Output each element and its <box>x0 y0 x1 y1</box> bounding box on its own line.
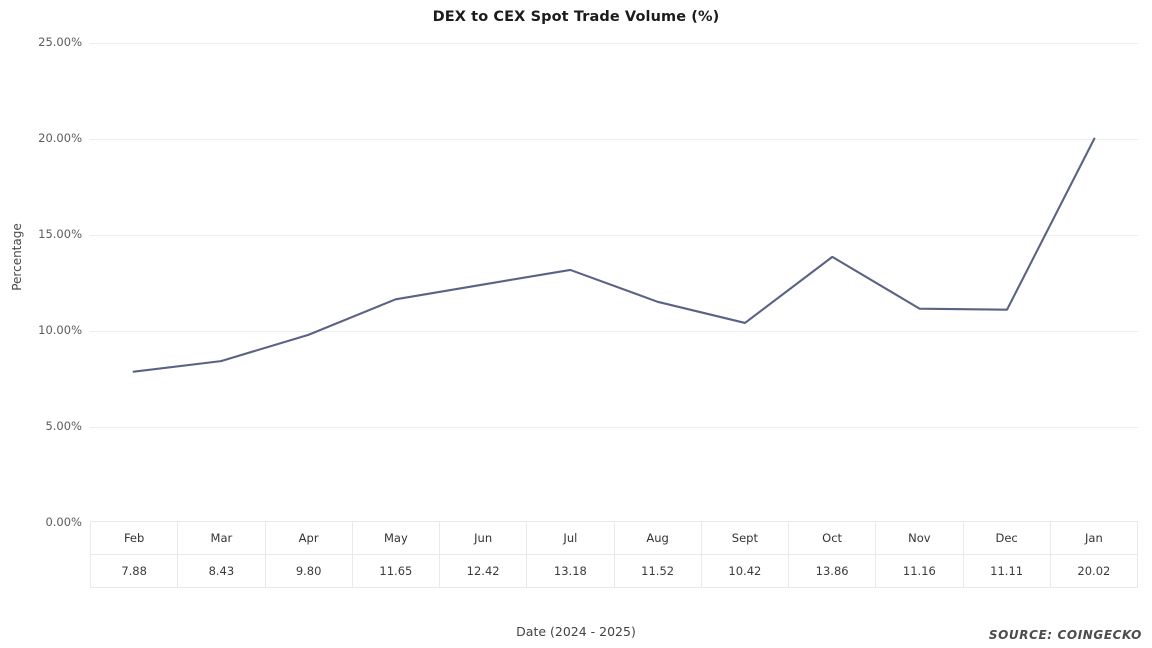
table-header-row: Feb Mar Apr May Jun Jul Aug Sept Oct Nov Dec Jan <box>89 521 1139 555</box>
y-axis-tick-label: 20.00% <box>38 131 82 145</box>
table-value-row: 7.88 8.43 9.80 11.65 12.42 13.18 11.52 10.42 13.… <box>89 554 1139 588</box>
table-value-cell: 13.18 <box>526 554 615 588</box>
table-header-cell: Jun <box>438 521 528 555</box>
table-header-cell: Apr <box>264 521 353 555</box>
table-value-cell: 12.42 <box>438 554 528 588</box>
table-value-cell: 7.88 <box>89 554 179 588</box>
table-header-cell: Mar <box>177 521 266 555</box>
chart-container: DEX to CEX Spot Trade Volume (%) Percent… <box>0 0 1152 648</box>
line-series <box>132 137 1096 373</box>
table-header-cell: Dec <box>962 521 1051 555</box>
table-value-cell: 13.86 <box>787 554 877 588</box>
table-value-cell: 10.42 <box>700 554 790 588</box>
data-table: Feb Mar Apr May Jun Jul Aug Sept Oct Nov Dec Jan 7.… <box>89 521 1139 588</box>
series-polyline <box>132 137 1096 373</box>
y-axis-tick-label: 25.00% <box>38 35 82 49</box>
table-header-cell: Jan <box>1049 521 1139 555</box>
plot-area <box>90 43 1138 524</box>
table-value-cell: 11.52 <box>613 554 702 588</box>
table-header-cell: Sept <box>700 521 790 555</box>
x-axis-title: Date (2024 - 2025) <box>516 624 636 639</box>
table-header-cell: Nov <box>875 521 964 555</box>
y-axis-tick-label: 15.00% <box>38 227 82 241</box>
table-value-cell: 11.65 <box>351 554 441 588</box>
table-value-cell: 8.43 <box>177 554 266 588</box>
source-note: SOURCE: COINGECKO <box>988 628 1142 642</box>
table-value-cell: 20.02 <box>1049 554 1139 588</box>
y-axis-tick-label: 0.00% <box>45 515 82 529</box>
y-axis-tick-label: 5.00% <box>45 419 82 433</box>
table-value-cell: 11.11 <box>962 554 1051 588</box>
table-header-cell: Aug <box>613 521 702 555</box>
table-value-cell: 9.80 <box>264 554 353 588</box>
table-header-cell: Jul <box>526 521 615 555</box>
table-header-cell: Oct <box>787 521 877 555</box>
y-axis-tick-label: 10.00% <box>38 323 82 337</box>
table-header-cell: May <box>351 521 441 555</box>
table-header-cell: Feb <box>89 521 179 555</box>
y-axis-title: Percentage <box>10 223 24 291</box>
chart-title: DEX to CEX Spot Trade Volume (%) <box>432 9 720 25</box>
table-value-cell: 11.16 <box>875 554 964 588</box>
